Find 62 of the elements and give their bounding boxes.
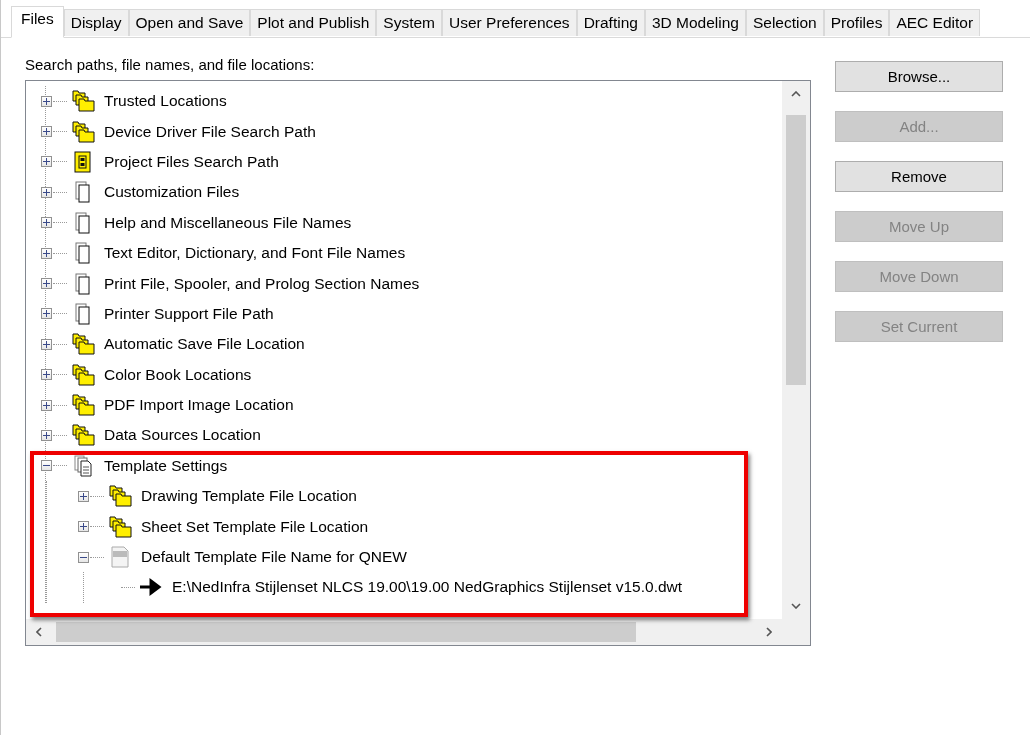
expand-icon[interactable] bbox=[41, 338, 52, 350]
expand-icon[interactable] bbox=[41, 247, 52, 259]
expand-icon[interactable] bbox=[78, 521, 89, 533]
tab[interactable]: Selection bbox=[745, 9, 824, 36]
scroll-right-icon[interactable] bbox=[766, 627, 772, 637]
tree-item[interactable]: PDF Import Image Location bbox=[104, 396, 294, 415]
collapse-icon[interactable] bbox=[41, 460, 52, 472]
tree-item[interactable]: Sheet Set Template File Location bbox=[141, 517, 369, 536]
tree-item[interactable]: Default Template File Name for QNEW bbox=[141, 548, 407, 567]
expand-icon[interactable] bbox=[41, 126, 52, 138]
folders-icon bbox=[70, 119, 96, 144]
expand-icon[interactable] bbox=[41, 156, 52, 168]
tree-item[interactable]: Help and Miscellaneous File Names bbox=[104, 213, 352, 232]
tab[interactable]: Profiles bbox=[823, 9, 890, 36]
folders-icon bbox=[70, 393, 96, 418]
scroll-left-icon[interactable] bbox=[36, 627, 42, 637]
tree-item[interactable]: Data Sources Location bbox=[104, 426, 261, 445]
tree-item[interactable]: Text Editor, Dictionary, and Font File Names bbox=[104, 244, 406, 263]
expand-icon[interactable] bbox=[41, 278, 52, 290]
tab[interactable]: Display bbox=[63, 9, 129, 36]
folders-icon bbox=[70, 89, 96, 114]
action-button[interactable]: Remove bbox=[835, 161, 1003, 192]
tab[interactable]: 3D Modeling bbox=[644, 9, 746, 36]
folders-icon bbox=[70, 332, 96, 357]
folders-icon bbox=[70, 423, 96, 448]
tree-item[interactable]: Printer Support File Path bbox=[104, 304, 274, 323]
path-tree[interactable] bbox=[25, 80, 811, 646]
expand-icon[interactable] bbox=[41, 217, 52, 229]
tab[interactable]: System bbox=[376, 9, 442, 36]
expand-icon[interactable] bbox=[41, 186, 52, 198]
scroll-up-icon[interactable] bbox=[791, 91, 801, 97]
collapse-icon[interactable] bbox=[78, 551, 89, 563]
expand-icon[interactable] bbox=[41, 95, 52, 107]
tree-item[interactable]: Drawing Template File Location bbox=[141, 487, 357, 506]
scroll-thumb[interactable] bbox=[786, 115, 806, 385]
expand-icon[interactable] bbox=[41, 308, 52, 320]
expand-icon[interactable] bbox=[78, 490, 89, 502]
tab[interactable]: User Preferences bbox=[442, 9, 577, 36]
tree-item[interactable]: E:\NedInfra Stijlenset NLCS 19.00\19.00 NedGraphics Stijlenset v15.0.dwt bbox=[172, 578, 683, 597]
folders-icon bbox=[70, 362, 96, 387]
tab[interactable]: Open and Save bbox=[128, 9, 251, 36]
folders-icon bbox=[107, 484, 133, 509]
expand-icon[interactable] bbox=[41, 369, 52, 381]
expand-icon[interactable] bbox=[41, 399, 52, 411]
tree-item[interactable]: Print File, Spooler, and Prolog Section Names bbox=[104, 274, 420, 293]
tree-item[interactable]: Trusted Locations bbox=[104, 92, 227, 111]
tree-item[interactable]: Customization Files bbox=[104, 183, 240, 202]
scroll-down-icon[interactable] bbox=[791, 603, 801, 609]
folders-icon bbox=[107, 514, 133, 539]
tree-item[interactable]: Color Book Locations bbox=[104, 365, 252, 384]
tree-item[interactable]: Automatic Save File Location bbox=[104, 335, 305, 354]
action-button[interactable]: Browse... bbox=[835, 61, 1003, 92]
tree-item[interactable]: Project Files Search Path bbox=[104, 152, 279, 171]
tab[interactable]: Drafting bbox=[576, 9, 645, 36]
scroll-thumb[interactable] bbox=[56, 622, 636, 642]
tree-caption: Search paths, file names, and file locations: bbox=[25, 56, 316, 73]
tab[interactable]: AEC Editor bbox=[889, 9, 981, 36]
tree-item[interactable]: Device Driver File Search Path bbox=[104, 122, 316, 141]
tab[interactable]: Plot and Publish bbox=[250, 9, 377, 36]
expand-icon[interactable] bbox=[41, 430, 52, 441]
tab[interactable]: Files bbox=[11, 6, 64, 38]
tree-item[interactable]: Template Settings bbox=[104, 456, 228, 475]
